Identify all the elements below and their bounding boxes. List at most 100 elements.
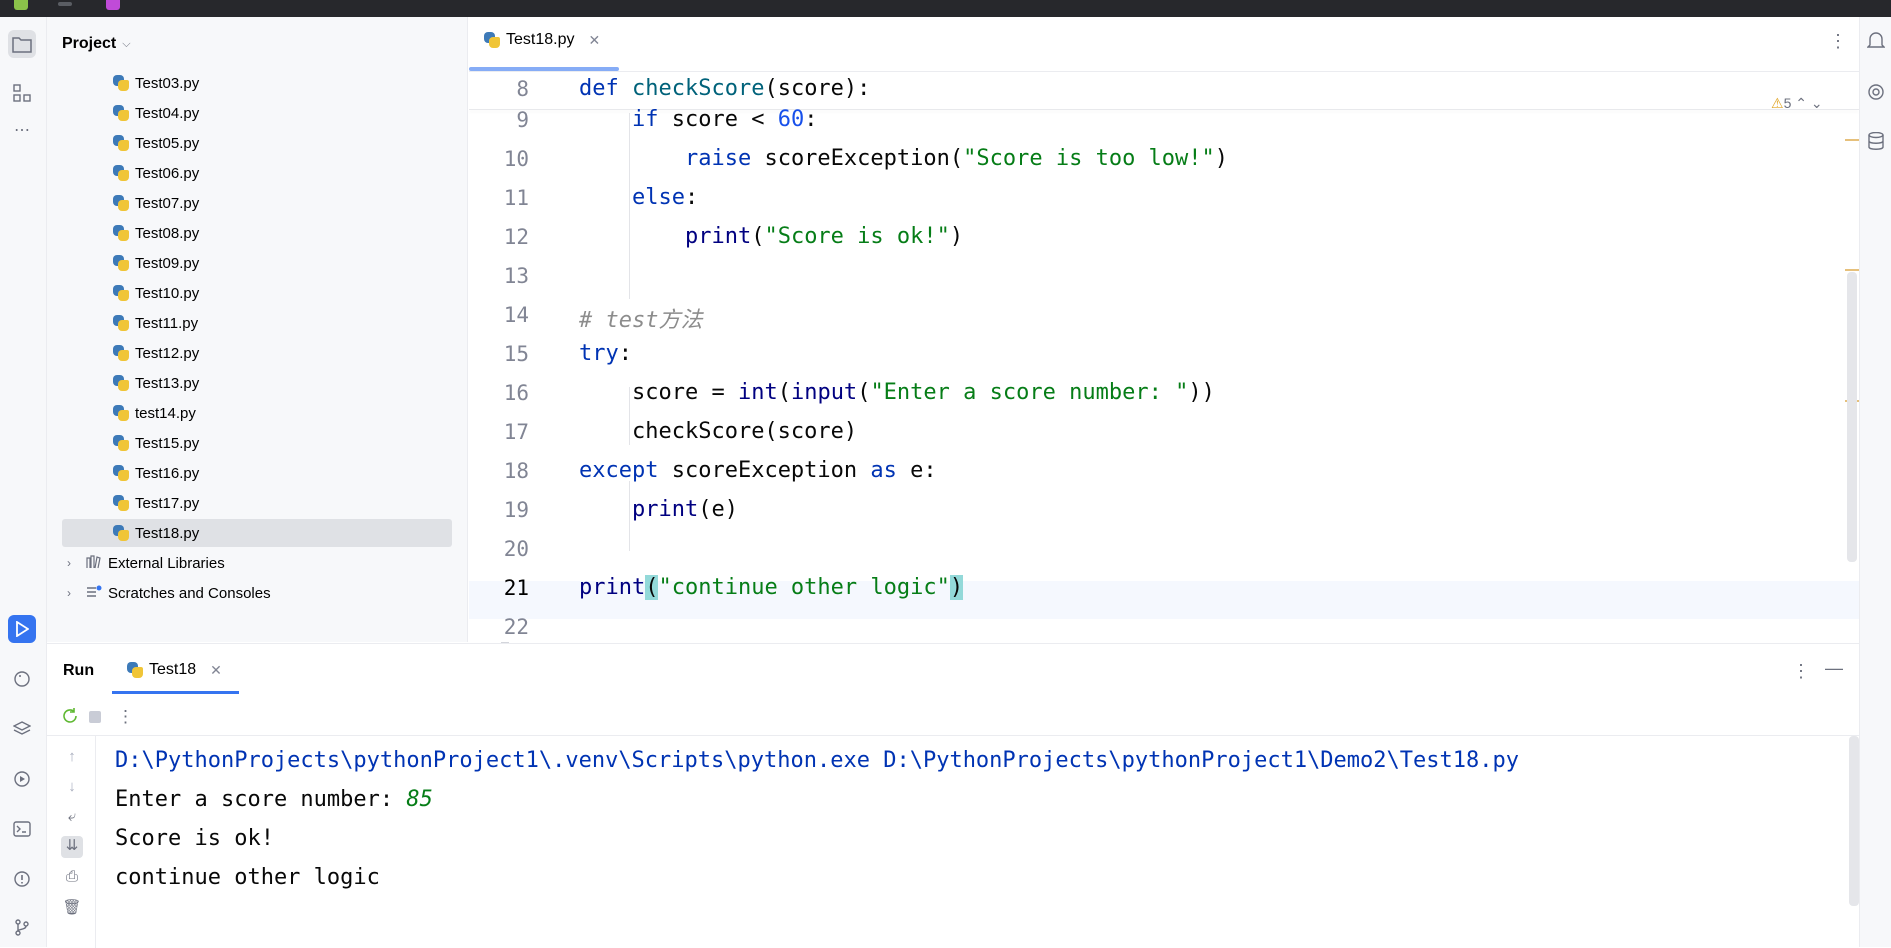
line-number: 11	[503, 186, 529, 210]
code-editor[interactable]: Test18.py ✕ ⋮ 8 9 10 11 12 13 14 15 16 1…	[469, 17, 1859, 642]
python-file-icon	[113, 495, 129, 511]
tree-file[interactable]: Test03.py	[113, 69, 199, 97]
run-tab-label: Test18	[149, 661, 197, 678]
more-options-icon[interactable]: ⋮	[117, 707, 134, 727]
minimize-icon[interactable]: —	[1825, 658, 1843, 679]
python-packages-icon[interactable]	[8, 715, 36, 743]
line-number: 17	[503, 420, 529, 444]
code-text: checkScore(score)	[631, 419, 858, 444]
python-file-icon	[113, 345, 129, 361]
database-icon[interactable]	[1866, 131, 1886, 152]
line-number: 14	[503, 303, 529, 327]
editor-tab[interactable]: Test18.py ✕	[484, 31, 600, 49]
git-icon[interactable]	[8, 913, 36, 941]
scroll-to-end-icon[interactable]: ⇊	[61, 836, 83, 858]
project-folder-icon[interactable]	[8, 30, 36, 58]
tree-file[interactable]: Test11.py	[113, 309, 198, 337]
tree-file[interactable]: Test07.py	[113, 189, 199, 217]
keyword: as	[870, 458, 897, 483]
chevron-down-icon[interactable]: ⌄	[1811, 95, 1823, 111]
code-text: (	[777, 380, 791, 405]
tree-file[interactable]: Test10.py	[113, 279, 199, 307]
file-name: Test08.py	[135, 224, 200, 242]
python-file-icon	[113, 405, 129, 421]
console-command-line: D:\PythonProjects\pythonProject1\.venv\S…	[115, 748, 1519, 773]
tree-file[interactable]: test14.py	[113, 399, 196, 427]
python-console-icon[interactable]	[8, 665, 36, 693]
code-text: :	[804, 107, 818, 132]
problems-icon[interactable]	[8, 865, 36, 893]
chevron-right-icon[interactable]: ›	[62, 556, 76, 570]
code-line: if score < 60:	[579, 107, 817, 132]
tree-file[interactable]: Test09.py	[113, 249, 199, 277]
terminal-icon[interactable]	[8, 815, 36, 843]
arrow-down-icon[interactable]: ↓	[61, 778, 83, 800]
code-text: (	[857, 380, 871, 405]
more-options-icon[interactable]: ⋮	[1792, 661, 1810, 682]
keyword: if	[631, 107, 659, 132]
structure-icon[interactable]	[8, 79, 36, 107]
active-tab-indicator	[469, 67, 619, 71]
editor-scrollbar[interactable]	[1847, 272, 1857, 562]
rerun-icon[interactable]	[61, 707, 79, 730]
python-file-icon	[113, 135, 129, 151]
main-menu-icon[interactable]	[58, 2, 72, 6]
code-text: (	[751, 224, 765, 249]
project-widget-icon[interactable]	[106, 0, 120, 10]
tree-file[interactable]: Test05.py	[113, 129, 199, 157]
run-toolbar: ⋮	[47, 699, 1859, 736]
tree-file[interactable]: Test13.py	[113, 369, 199, 397]
console-prompt: Enter a score number:	[115, 787, 407, 812]
tree-file[interactable]: Test12.py	[113, 339, 199, 367]
code-line: def checkScore(score):	[579, 76, 870, 101]
line-number: 15	[503, 342, 529, 366]
chevron-down-icon: ⌵	[122, 37, 131, 50]
tree-file-selected[interactable]: Test18.py	[62, 519, 452, 547]
code-text: score <	[658, 107, 778, 132]
inspection-widget[interactable]: ⚠5 ⌃ ⌄	[1771, 95, 1823, 112]
tree-file[interactable]: Test06.py	[113, 159, 199, 187]
file-name: Test11.py	[135, 314, 199, 332]
project-panel: Project ⌵ Test03.py Test04.py Test05.py …	[47, 17, 509, 659]
title-bar	[0, 0, 1891, 17]
error-stripe-mark[interactable]	[1845, 269, 1859, 271]
stop-icon[interactable]	[88, 709, 102, 729]
code-line: print(e)	[579, 497, 738, 522]
file-name: Test06.py	[135, 164, 200, 182]
console-scrollbar[interactable]	[1849, 736, 1859, 906]
tree-file[interactable]: Test16.py	[113, 459, 199, 487]
print-icon[interactable]: ⎙	[61, 868, 83, 890]
close-icon[interactable]: ✕	[588, 32, 600, 49]
soft-wrap-icon[interactable]: ⤶	[61, 808, 83, 830]
python-file-icon	[113, 105, 129, 121]
run-tool-icon[interactable]	[8, 615, 36, 643]
more-tools-icon[interactable]: ⋯	[8, 116, 36, 144]
project-panel-header[interactable]: Project ⌵	[62, 35, 131, 53]
left-tool-strip: ⋯	[0, 17, 47, 947]
code-line: print("Score is ok!")	[579, 224, 963, 249]
chevron-right-icon[interactable]: ›	[62, 586, 76, 600]
trash-icon[interactable]: 🗑	[61, 898, 83, 920]
more-options-icon[interactable]: ⋮	[1829, 31, 1847, 52]
console-user-input: 85	[406, 787, 433, 812]
python-file-icon	[113, 525, 129, 541]
tree-file[interactable]: Test08.py	[113, 219, 199, 247]
arrow-up-icon[interactable]: ↑	[61, 748, 83, 770]
line-number: 19	[503, 498, 529, 522]
ai-assistant-icon[interactable]	[1866, 83, 1886, 103]
library-icon	[86, 554, 102, 572]
tree-file[interactable]: Test17.py	[113, 489, 199, 517]
keyword: raise	[684, 146, 752, 171]
tree-external-libraries[interactable]: › External Libraries	[62, 549, 225, 577]
close-icon[interactable]: ✕	[210, 662, 222, 679]
error-stripe-mark[interactable]	[1845, 139, 1859, 141]
run-config-tab[interactable]: Test18 ✕	[127, 661, 222, 679]
tree-scratches[interactable]: › Scratches and Consoles	[62, 579, 271, 607]
code-comment: # test方法	[579, 308, 703, 333]
chevron-up-icon[interactable]: ⌃	[1795, 95, 1807, 111]
editor-tab-bar: Test18.py ✕ ⋮	[469, 17, 1859, 72]
services-icon[interactable]	[8, 765, 36, 793]
tree-file[interactable]: Test04.py	[113, 99, 199, 127]
tree-file[interactable]: Test15.py	[113, 429, 199, 457]
notifications-icon[interactable]	[1866, 31, 1886, 51]
